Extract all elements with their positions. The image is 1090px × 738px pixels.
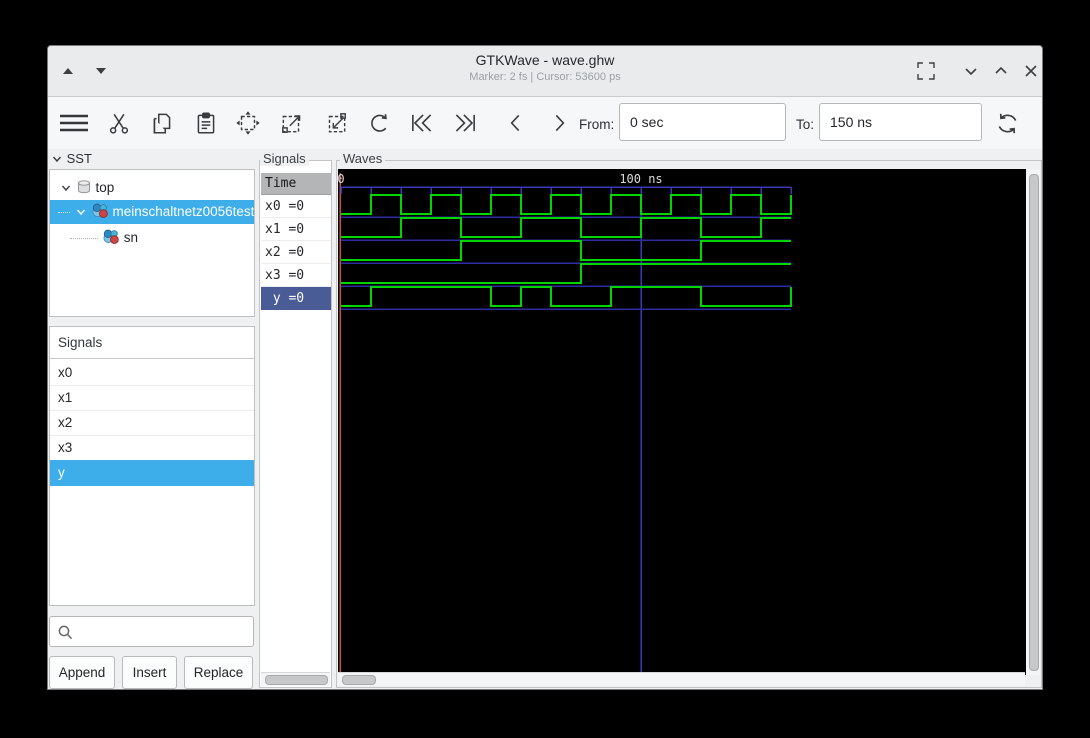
sst-expander[interactable]: SST	[51, 151, 92, 166]
toolbar: From: To:	[48, 97, 1042, 149]
shift-right-icon[interactable]	[546, 110, 572, 136]
chevron-down-icon	[52, 156, 62, 163]
signal-row-x3[interactable]: x3 =0	[261, 264, 331, 287]
svg-text:0: 0	[338, 172, 345, 186]
wave-display[interactable]: 0 100 ns	[338, 169, 1027, 675]
scrollbar-thumb[interactable]	[265, 675, 328, 685]
zoom-in-icon[interactable]	[279, 110, 305, 136]
unshade-button[interactable]	[96, 68, 106, 74]
search-box	[49, 616, 254, 648]
scope-icon	[77, 180, 90, 194]
tree-item-label: sn	[123, 230, 139, 245]
sst-header-label: SST	[66, 151, 92, 166]
search-icon	[58, 625, 73, 640]
reload-icon[interactable]	[994, 110, 1020, 136]
fullscreen-icon[interactable]	[914, 59, 938, 83]
list-item-y[interactable]: y	[50, 460, 254, 486]
chevron-down-icon	[61, 185, 71, 192]
signals-panel: Time x0 =0 x1 =0 x2 =0 x3 =0 y =0	[259, 160, 332, 688]
menu-icon[interactable]	[58, 110, 92, 136]
append-button[interactable]: Append	[49, 656, 115, 689]
tree-item-testbench[interactable]: meinschaltnetz0056testb	[50, 200, 254, 224]
chevron-down-icon	[76, 209, 86, 216]
signal-row-y[interactable]: y =0	[261, 287, 331, 310]
waves-frame-label: Waves	[340, 151, 386, 166]
minimize-icon[interactable]	[959, 59, 983, 83]
module-icon	[103, 229, 119, 244]
maximize-icon[interactable]	[989, 59, 1013, 83]
list-item-x0[interactable]: x0	[50, 360, 254, 386]
list-item-x3[interactable]: x3	[50, 435, 254, 461]
signal-row-x0[interactable]: x0 =0	[261, 195, 331, 218]
tree-item-label: top	[95, 180, 115, 195]
close-icon[interactable]	[1019, 59, 1042, 83]
facility-list: Signals x0 x1 x2 x3 y	[49, 326, 255, 606]
waves-hscrollbar[interactable]	[338, 672, 1025, 686]
desktop-background: GTKWave - wave.ghw Marker: 2 fs | Cursor…	[0, 0, 1090, 738]
cut-icon[interactable]	[106, 110, 132, 136]
tree-item-sn[interactable]: sn	[50, 226, 254, 250]
signal-row-x1[interactable]: x1 =0	[261, 218, 331, 241]
svg-text:100 ns: 100 ns	[619, 172, 662, 186]
tree-guide	[58, 212, 70, 213]
sst-tree: top meinschaltnetz0056testb sn	[49, 169, 255, 317]
undo-icon[interactable]	[366, 110, 392, 136]
copy-icon[interactable]	[149, 110, 175, 136]
signals-hscrollbar[interactable]	[261, 672, 330, 686]
zoom-out-icon[interactable]	[323, 110, 349, 136]
paste-icon[interactable]	[193, 110, 219, 136]
tree-guide	[70, 238, 98, 239]
wave-canvas: 0 100 ns	[338, 172, 792, 675]
search-input[interactable]	[78, 617, 249, 648]
shift-left-icon[interactable]	[503, 110, 529, 136]
waves-vscrollbar[interactable]	[1026, 169, 1040, 675]
go-to-end-icon[interactable]	[451, 110, 481, 136]
titlebar-text: GTKWave - wave.ghw Marker: 2 fs | Cursor…	[48, 52, 1042, 83]
gtkwave-window: GTKWave - wave.ghw Marker: 2 fs | Cursor…	[47, 45, 1043, 690]
to-label: To:	[796, 117, 815, 132]
time-header: Time	[261, 173, 331, 195]
facility-list-header: Signals	[50, 327, 254, 359]
insert-button[interactable]: Insert	[122, 656, 177, 689]
window-subtitle: Marker: 2 fs | Cursor: 53600 ps	[469, 71, 621, 83]
to-input[interactable]	[819, 103, 982, 141]
go-to-start-icon[interactable]	[408, 110, 438, 136]
module-icon	[92, 203, 108, 218]
tree-item-top[interactable]: top	[50, 176, 254, 200]
scrollbar-thumb[interactable]	[342, 675, 376, 685]
from-input[interactable]	[619, 103, 786, 141]
shade-button[interactable]	[63, 68, 73, 74]
scrollbar-thumb[interactable]	[1029, 174, 1039, 671]
list-item-x2[interactable]: x2	[50, 410, 254, 436]
waves-panel: 0 100 ns	[336, 160, 1042, 688]
titlebar[interactable]: GTKWave - wave.ghw Marker: 2 fs | Cursor…	[48, 46, 1042, 97]
from-label: From:	[579, 117, 615, 132]
signal-row-x2[interactable]: x2 =0	[261, 241, 331, 264]
list-item-x1[interactable]: x1	[50, 385, 254, 411]
tree-item-label: meinschaltnetz0056testb	[112, 204, 254, 219]
replace-button[interactable]: Replace	[184, 656, 253, 689]
window-title: GTKWave - wave.ghw	[475, 52, 615, 68]
signals-frame-label: Signals	[260, 151, 309, 166]
zoom-fit-icon[interactable]	[235, 110, 261, 136]
